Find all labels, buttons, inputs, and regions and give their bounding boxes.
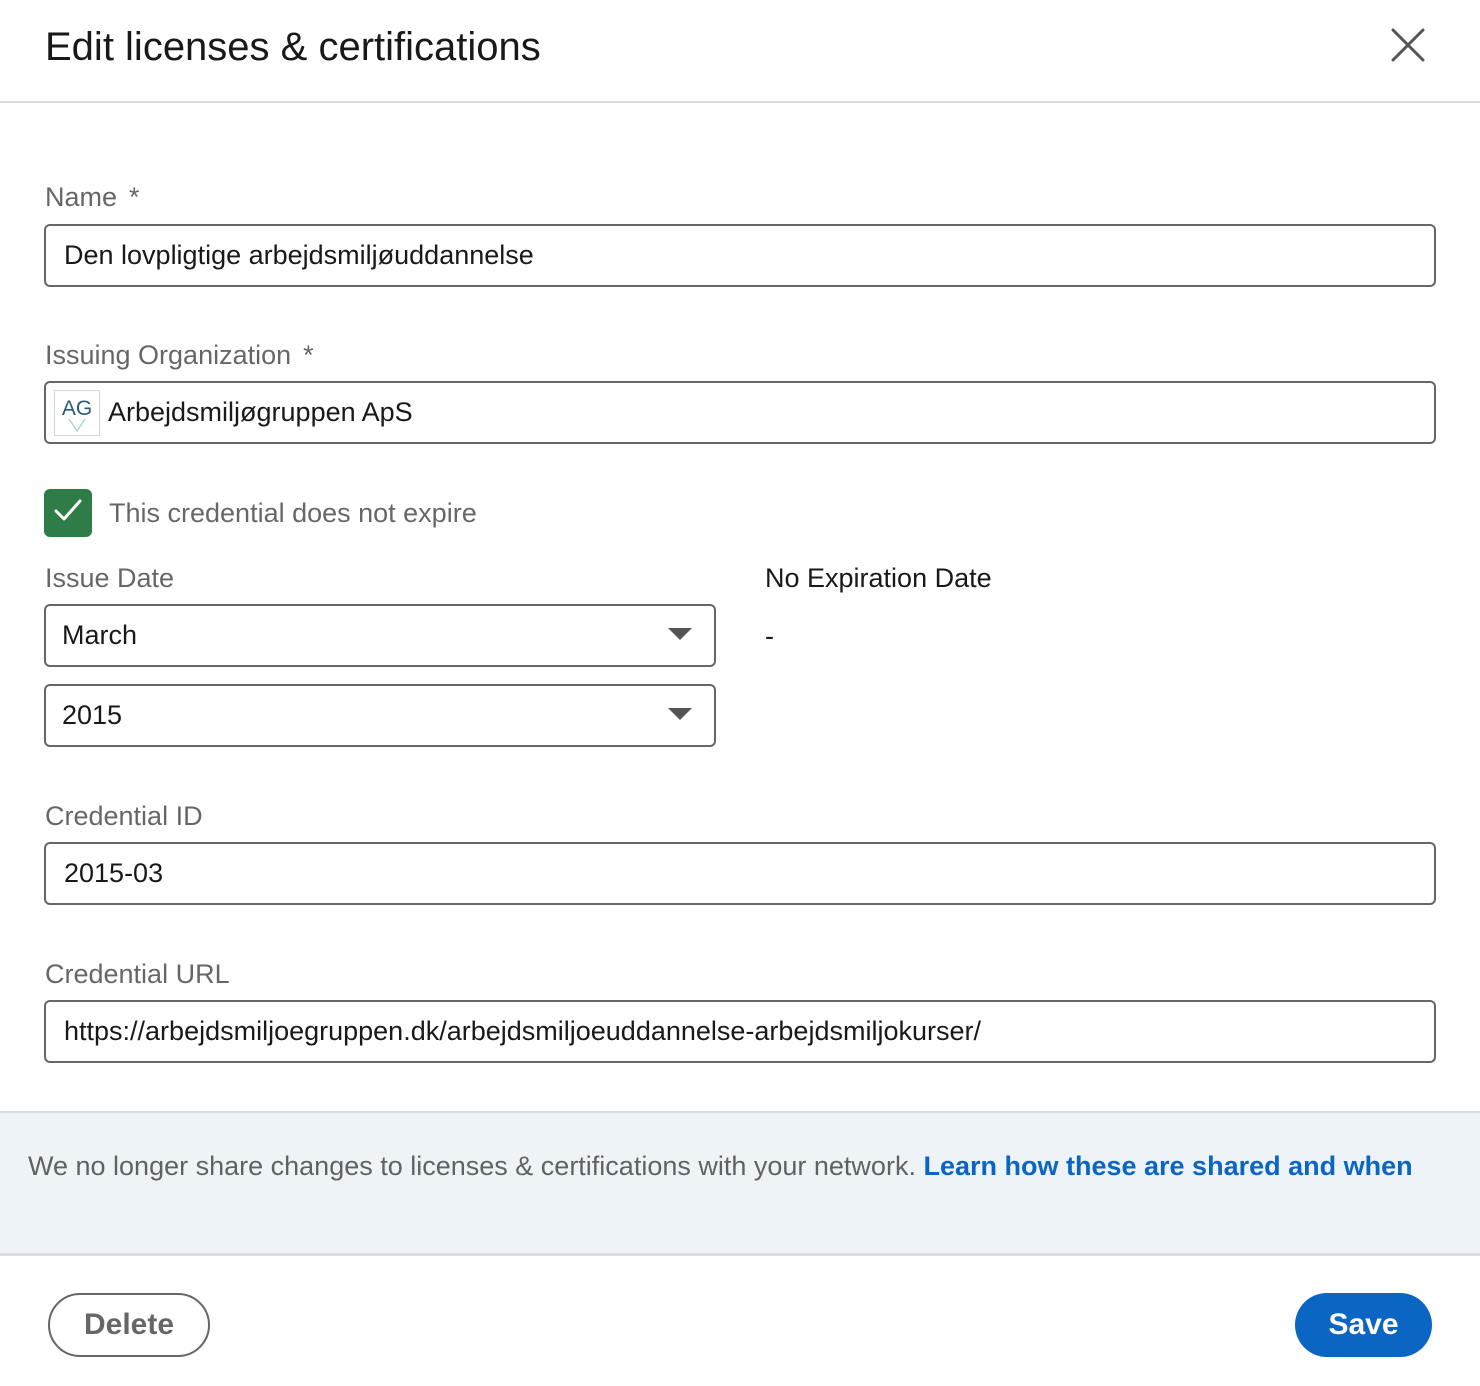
expiration-label: No Expiration Date [765, 563, 992, 593]
notice-text: We no longer share changes to licenses &… [28, 1151, 916, 1181]
issuing-org-input[interactable] [108, 383, 1428, 442]
learn-more-link[interactable]: Learn how these are shared and when [923, 1151, 1412, 1181]
credential-id-input[interactable] [44, 842, 1436, 905]
issue-month-value: March [62, 620, 138, 650]
issuing-org-field[interactable]: AG [44, 381, 1436, 444]
credential-url-label: Credential URL [45, 959, 230, 989]
no-expire-label: This credential does not expire [109, 497, 477, 528]
delete-button[interactable]: Delete [48, 1293, 210, 1357]
issue-year-select[interactable]: 2015 [44, 684, 716, 747]
close-icon [1390, 27, 1426, 66]
name-label-text: Name [45, 182, 118, 212]
credential-url-input[interactable] [44, 1000, 1436, 1063]
issue-month-select[interactable]: March [44, 604, 716, 667]
name-label: Name * [45, 181, 140, 213]
sharing-notice: We no longer share changes to licenses &… [0, 1111, 1480, 1256]
issue-year-value: 2015 [62, 700, 123, 730]
issue-date-label: Issue Date [45, 563, 175, 593]
caret-down-icon [668, 628, 692, 640]
modal-title: Edit licenses & certifications [45, 25, 541, 69]
save-button[interactable]: Save [1295, 1293, 1432, 1357]
issuing-org-label: Issuing Organization * [45, 339, 314, 371]
checkmark-icon [52, 495, 84, 532]
modal-header: Edit licenses & certifications [0, 0, 1480, 103]
no-expire-checkbox-row[interactable]: This credential does not expire [44, 489, 477, 537]
edit-certification-modal: Edit licenses & certifications Name * Iss… [0, 0, 1480, 1386]
expiration-value: - [765, 621, 774, 651]
org-logo-text: AG [62, 397, 92, 420]
name-input[interactable] [44, 224, 1436, 287]
issuing-org-label-text: Issuing Organization [45, 340, 292, 370]
credential-id-label: Credential ID [45, 801, 203, 831]
required-mark: * [129, 182, 140, 212]
required-mark: * [303, 340, 314, 370]
caret-down-icon [668, 708, 692, 720]
close-button[interactable] [1380, 18, 1436, 74]
org-logo: AG [54, 390, 100, 436]
no-expire-checkbox[interactable] [44, 489, 92, 537]
